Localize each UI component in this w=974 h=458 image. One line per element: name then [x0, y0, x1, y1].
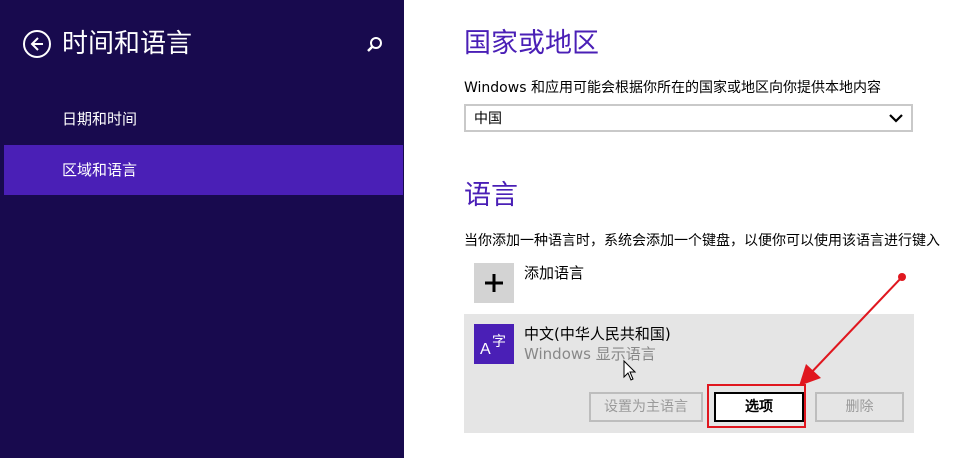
language-description: 当你添加一种语言时，系统会添加一个键盘，以便你可以使用该语言进行键入 — [464, 233, 940, 249]
language-glyph-icon: A 字 — [480, 334, 506, 358]
sidebar-item-region-language[interactable]: 区域和语言 — [4, 145, 403, 195]
region-dropdown-value: 中国 — [474, 111, 502, 127]
svg-text:字: 字 — [492, 334, 506, 350]
region-dropdown[interactable]: 中国 — [464, 104, 913, 132]
language-name: 中文(中华人民共和国) — [524, 325, 671, 343]
back-arrow-icon — [30, 37, 43, 51]
chevron-down-icon — [889, 114, 903, 123]
plus-icon — [485, 274, 503, 292]
language-icon: A 字 — [474, 324, 514, 364]
region-description: Windows 和应用可能会根据你所在的国家或地区向你提供本地内容 — [464, 80, 881, 96]
sidebar-title: 时间和语言 — [62, 29, 193, 59]
search-icon[interactable] — [366, 36, 384, 54]
sidebar-item-date-time[interactable]: 日期和时间 — [4, 94, 403, 144]
set-primary-button[interactable]: 设置为主语言 — [589, 392, 703, 422]
svg-text:A: A — [480, 341, 491, 358]
language-subtitle: Windows 显示语言 — [524, 345, 656, 363]
language-heading: 语言 — [464, 180, 518, 211]
remove-button[interactable]: 删除 — [815, 392, 904, 422]
region-heading: 国家或地区 — [464, 28, 599, 59]
annotation-highlight-box — [707, 384, 806, 428]
back-button[interactable] — [23, 30, 51, 58]
add-language-button[interactable] — [474, 263, 514, 303]
add-language-label[interactable]: 添加语言 — [524, 262, 584, 284]
sidebar: 时间和语言 日期和时间 区域和语言 — [0, 0, 404, 458]
